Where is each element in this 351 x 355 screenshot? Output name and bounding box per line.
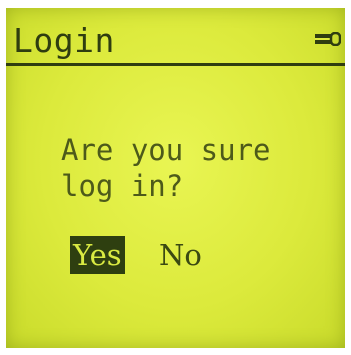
no-option[interactable]: No (156, 236, 205, 274)
confirm-prompt: Are you sure log in? (61, 132, 271, 204)
yes-option[interactable]: Yes (70, 236, 125, 274)
key-icon (315, 32, 341, 46)
screen-title: Login (13, 21, 115, 60)
lcd-screen: Login Are you sure log in? Yes No (6, 8, 345, 348)
screen-header: Login (6, 8, 345, 66)
prompt-line-2: log in? (61, 169, 184, 203)
prompt-line-1: Are you sure (61, 133, 271, 167)
header-divider (6, 63, 345, 66)
